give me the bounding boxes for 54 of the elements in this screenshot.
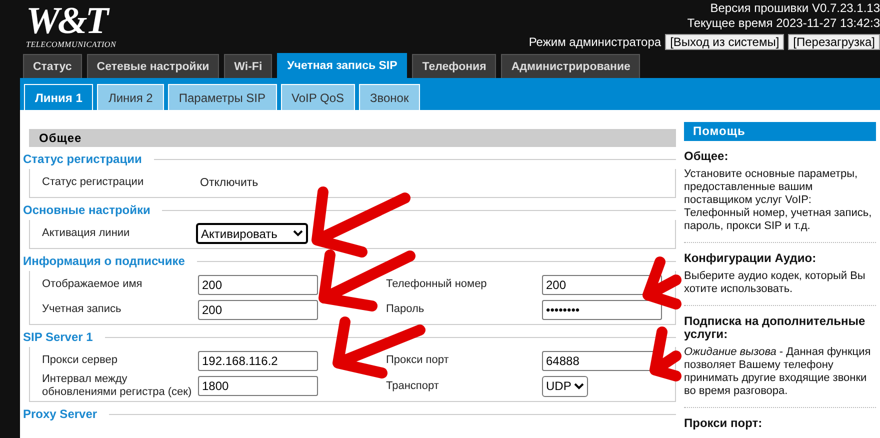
field-label: Отображаемое имя — [41, 278, 144, 291]
input-field[interactable]: 200 — [198, 274, 318, 294]
help-heading: Подписка на дополнительные услуги: — [684, 315, 866, 341]
current-time: Текущее время 2023-11-27 13:42:3 — [687, 16, 880, 31]
admin-mode-label: Режим администратора — [528, 34, 662, 50]
help-text: Ожидание вызова - Данная функция позволяет Вашему телефону принимать другие входящие звонки во время разговора. — [684, 346, 872, 398]
sub-tab[interactable]: VoIP QoS — [280, 84, 355, 110]
input-field[interactable]: 200 — [198, 300, 318, 320]
section-title: Информация о подписчике — [23, 254, 185, 268]
sub-tab[interactable]: Параметры SIP — [168, 84, 277, 110]
dropdown[interactable]: Активировать — [196, 223, 308, 244]
annotation-arrow — [649, 326, 682, 382]
section-title: Статус регистрации — [23, 152, 142, 166]
nav-tab[interactable]: Сетевые настройки — [86, 54, 220, 78]
dropdown[interactable]: UDP — [542, 376, 588, 396]
nav-tab[interactable]: Статус — [23, 54, 82, 78]
field-label: Прокси сервер — [41, 354, 118, 367]
help-text: Выберите аудио кодек, который Вы хотите использовать. — [684, 270, 866, 296]
help-text: Установите основные параметры, предоставленные вашим поставщиком услуг VoIP: Телефонный номер, учетная запись, пароль, прокси SIP и т.д. — [684, 168, 873, 233]
header-button[interactable]: [Выход из системы] — [665, 34, 784, 50]
sub-tab[interactable]: Линия 2 — [97, 84, 164, 110]
field-label: Прокси порт — [386, 354, 450, 367]
help-heading: Общее: — [684, 150, 730, 163]
header-button[interactable]: [Перезагрузка] — [788, 34, 880, 50]
help-heading: Прокси порт: — [684, 417, 764, 430]
firmware-version: Версия прошивки V0.7.23.1.13 — [710, 1, 880, 16]
nav-tab[interactable]: Администрирование — [501, 54, 640, 78]
field-label: Пароль — [386, 303, 426, 316]
field-label: Активация линии — [41, 227, 131, 240]
logo: W&T — [26, 2, 109, 40]
field-label: Транспорт — [386, 380, 440, 392]
annotation-arrow — [642, 256, 682, 310]
input-field[interactable]: 1800 — [198, 376, 318, 396]
nav-tab[interactable]: Учетная запись SIP — [277, 53, 408, 78]
field-label: Статус регистрации — [41, 176, 145, 189]
status-value: Отключить — [199, 176, 258, 188]
help-title: Помощь — [684, 122, 876, 141]
nav-tab[interactable]: Wi-Fi — [224, 54, 272, 78]
section-title: Основные настройки — [23, 203, 150, 217]
logo-tagline: TELECOMMUNICATION — [26, 40, 116, 49]
input-field[interactable]: 192.168.116.2 — [198, 350, 318, 370]
chevron-down-icon — [293, 230, 303, 237]
nav-tab[interactable]: Телефония — [412, 54, 496, 78]
sub-tab[interactable]: Звонок — [359, 84, 420, 110]
help-heading: Конфигурации Аудио: — [684, 252, 818, 265]
field-label: Телефонный номер — [386, 278, 488, 291]
field-label: Учетная запись — [41, 303, 122, 316]
panel-title: Общее — [29, 129, 676, 147]
chevron-down-icon — [574, 382, 584, 390]
password-field[interactable]: •••••••• — [542, 300, 662, 320]
section-title: SIP Server 1 — [23, 330, 93, 344]
field-label: Интервал между обновлениями регистра (сек) — [41, 373, 193, 399]
sub-tab[interactable]: Линия 1 — [24, 84, 94, 110]
section-title: Proxy Server — [23, 407, 98, 421]
